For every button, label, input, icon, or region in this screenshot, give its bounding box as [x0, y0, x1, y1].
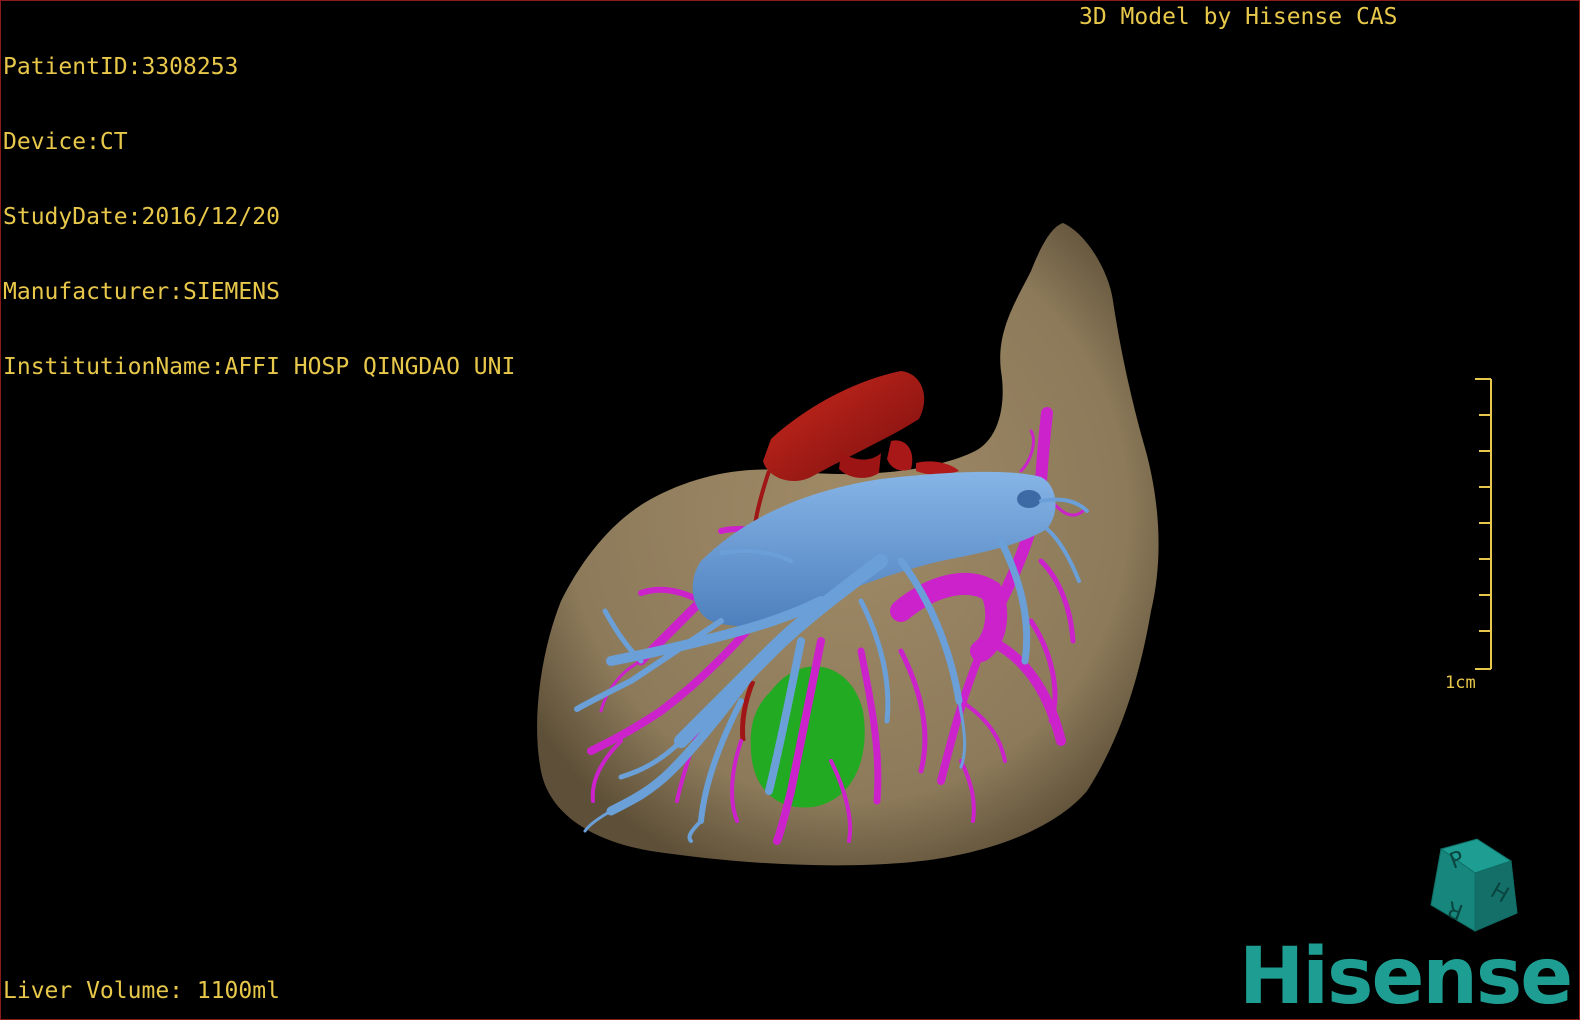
- scale-bar: [1475, 378, 1492, 670]
- model-credit: 3D Model by Hisense CAS: [1079, 4, 1398, 30]
- 3d-viewport[interactable]: PatientID:3308253 Device:CT StudyDate:20…: [0, 0, 1580, 1020]
- patient-id: PatientID:3308253: [3, 54, 239, 80]
- orientation-cube[interactable]: P H R: [1419, 835, 1523, 939]
- study-date: StudyDate:2016/12/20: [3, 204, 280, 230]
- hisense-logo: Hisense: [1239, 932, 1573, 1020]
- manufacturer: Manufacturer:SIEMENS: [3, 279, 280, 305]
- dicom-info-panel: PatientID:3308253 Device:CT StudyDate:20…: [3, 5, 515, 430]
- scale-bar-label: 1cm: [1445, 673, 1476, 693]
- liver-volume: Liver Volume: 1100ml: [3, 978, 280, 1004]
- institution-name: InstitutionName:AFFI HOSP QINGDAO UNI: [3, 354, 516, 380]
- device: Device:CT: [3, 129, 128, 155]
